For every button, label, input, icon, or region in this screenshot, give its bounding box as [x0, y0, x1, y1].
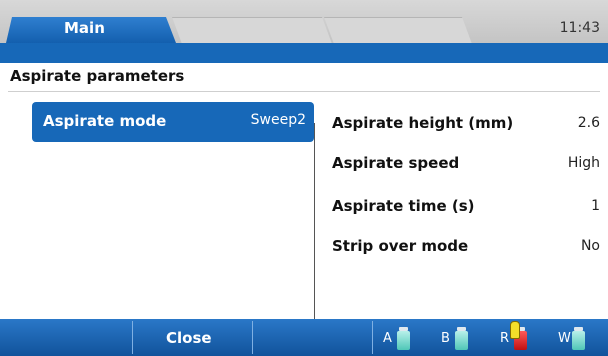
- bottom-separator: [252, 321, 253, 354]
- close-label: Close: [166, 329, 212, 347]
- bottom-separator: [132, 321, 133, 354]
- tab-2[interactable]: [172, 17, 332, 44]
- close-button[interactable]: Close: [134, 323, 250, 352]
- param-value: High: [567, 155, 600, 171]
- param-label: Strip over mode: [332, 237, 469, 255]
- reagent-letter: R: [500, 331, 510, 346]
- param-aspirate-height[interactable]: Aspirate height (mm) 2.6: [332, 114, 600, 138]
- param-label: Aspirate height (mm): [332, 114, 514, 132]
- section-title: Aspirate parameters: [10, 67, 185, 85]
- reagent-b-status: B: [441, 325, 473, 351]
- tab-main-label: Main: [64, 19, 105, 37]
- tab-bar: Main 11:43: [0, 0, 608, 44]
- param-label: Aspirate speed: [332, 154, 460, 172]
- param-aspirate-speed[interactable]: Aspirate speed High: [332, 154, 600, 178]
- param-value: 1: [591, 198, 600, 214]
- param-value: No: [580, 238, 600, 254]
- tab-main[interactable]: Main: [6, 17, 176, 43]
- param-value: 2.6: [577, 115, 600, 131]
- reagent-r-status: R: [500, 321, 540, 351]
- bottle-icon: [572, 327, 585, 350]
- param-label: Aspirate time (s): [332, 197, 475, 215]
- param-strip-over-mode[interactable]: Strip over mode No: [332, 237, 600, 261]
- param-aspirate-time[interactable]: Aspirate time (s) 1: [332, 197, 600, 221]
- header-strip: [0, 43, 608, 63]
- tab-3[interactable]: [324, 17, 472, 44]
- aspirate-mode-button[interactable]: Aspirate mode Sweep2: [32, 102, 314, 142]
- clock: 11:43: [559, 20, 600, 36]
- title-divider: [8, 91, 600, 92]
- reagent-w-status: W: [558, 325, 590, 351]
- content-panel: Aspirate parameters Aspirate mode Sweep2…: [8, 63, 608, 349]
- bottle-icon: [455, 327, 468, 350]
- aspirate-mode-value: Sweep2: [250, 112, 306, 128]
- bottle-icon: [397, 327, 410, 350]
- warning-icon: [510, 321, 520, 339]
- reagent-letter: W: [558, 331, 571, 346]
- reagent-letter: B: [441, 331, 450, 346]
- aspirate-mode-label: Aspirate mode: [43, 112, 167, 130]
- reagent-letter: A: [383, 331, 392, 346]
- reagent-a-status: A: [383, 325, 415, 351]
- vertical-divider: [314, 123, 315, 349]
- bottom-bar: Close A B R W: [0, 319, 608, 356]
- bottom-separator: [372, 321, 373, 354]
